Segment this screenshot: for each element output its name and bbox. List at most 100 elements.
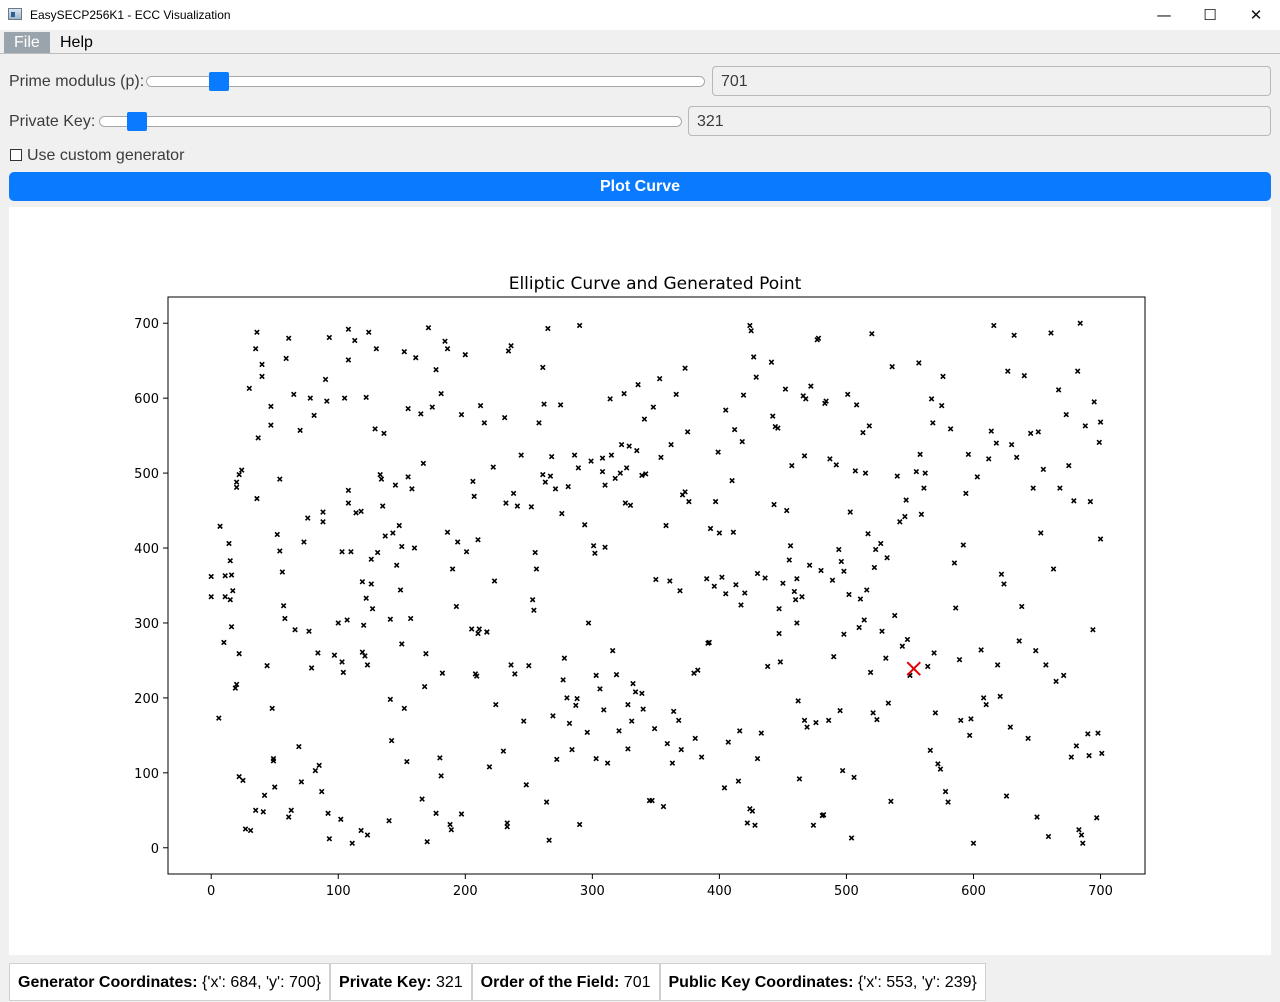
curve-point xyxy=(983,701,989,708)
curve-point xyxy=(698,754,705,760)
public-key-marker xyxy=(906,661,921,676)
curve-point xyxy=(602,482,608,488)
curve-point xyxy=(1087,498,1094,505)
curve-point xyxy=(353,510,359,516)
curve-point xyxy=(259,373,265,380)
curve-point xyxy=(523,782,530,788)
curve-point xyxy=(565,483,571,490)
curve-point xyxy=(806,562,813,569)
curve-point xyxy=(345,326,352,332)
curve-point xyxy=(650,404,657,410)
curve-point xyxy=(653,576,659,583)
menu-help[interactable]: Help xyxy=(50,32,103,53)
curve-point xyxy=(373,345,380,352)
curve-point xyxy=(752,822,758,829)
curve-point xyxy=(799,593,805,600)
status-field-order: Order of the Field: 701 xyxy=(471,963,660,1001)
curve-point xyxy=(1071,498,1077,504)
curve-point xyxy=(365,329,372,335)
curve-point xyxy=(1079,840,1086,847)
curve-point xyxy=(1068,754,1075,760)
private-key-slider-thumb[interactable] xyxy=(127,112,147,131)
curve-point xyxy=(533,566,540,572)
close-button[interactable]: ✕ xyxy=(1233,0,1279,30)
curve-point xyxy=(613,671,620,678)
curve-point xyxy=(593,672,599,679)
curve-point xyxy=(236,650,242,657)
curve-point xyxy=(532,549,538,556)
maximize-button[interactable]: ☐ xyxy=(1187,0,1233,30)
curve-point xyxy=(830,653,837,660)
custom-generator-label[interactable]: Use custom generator xyxy=(27,147,184,165)
curve-point xyxy=(339,549,345,555)
curve-point xyxy=(585,620,592,626)
curve-point xyxy=(420,460,427,467)
curve-point xyxy=(252,807,259,814)
minimize-button[interactable]: — xyxy=(1141,0,1187,30)
curve-point xyxy=(716,530,723,536)
curve-point xyxy=(529,596,536,603)
curve-point xyxy=(543,799,550,805)
curve-point xyxy=(454,539,461,545)
custom-generator-checkbox[interactable] xyxy=(10,149,22,161)
curve-point xyxy=(301,539,307,545)
curve-point xyxy=(297,427,303,434)
curve-point xyxy=(304,515,311,521)
curve-point xyxy=(247,827,254,834)
curve-point xyxy=(550,713,556,719)
curve-point xyxy=(660,803,667,810)
curve-point xyxy=(372,426,378,432)
curve-point xyxy=(916,360,922,366)
curve-point xyxy=(1060,672,1067,679)
curve-point xyxy=(493,701,499,708)
curve-point xyxy=(667,578,673,584)
curve-point xyxy=(404,758,410,765)
curve-point xyxy=(359,649,366,655)
curve-point xyxy=(599,455,606,461)
public-key-point xyxy=(906,661,921,676)
curve-point xyxy=(339,659,345,665)
curve-point xyxy=(899,643,906,649)
curve-point xyxy=(1043,662,1049,668)
status-private-key: Private Key: 321 xyxy=(330,963,472,1001)
curve-point xyxy=(1001,581,1007,587)
curve-point xyxy=(1093,815,1100,821)
curve-point xyxy=(711,583,718,590)
curve-point xyxy=(504,820,510,826)
curve-point xyxy=(576,821,583,828)
curve-point xyxy=(860,429,866,436)
curve-point xyxy=(974,474,981,480)
prime-modulus-value[interactable]: 701 xyxy=(712,66,1271,96)
curve-point xyxy=(988,428,995,434)
curve-point xyxy=(837,707,843,714)
curve-point xyxy=(362,653,368,659)
y-tick-label: 100 xyxy=(134,767,159,782)
curve-point xyxy=(1048,330,1054,336)
curve-point xyxy=(292,626,298,633)
curve-point xyxy=(670,708,677,715)
curve-point xyxy=(397,587,404,593)
curve-point xyxy=(306,628,312,634)
curve-point xyxy=(960,542,967,548)
curve-point xyxy=(635,381,641,388)
curve-point xyxy=(236,773,242,780)
menu-file[interactable]: File xyxy=(4,32,50,53)
curve-point xyxy=(208,573,214,580)
curve-point xyxy=(325,810,331,817)
curve-point xyxy=(254,329,260,335)
curve-point xyxy=(869,330,875,337)
curve-point xyxy=(345,500,352,506)
curve-point xyxy=(274,531,281,538)
curve-point xyxy=(444,529,451,536)
curve-point xyxy=(754,570,761,577)
curve-point xyxy=(238,467,245,473)
private-key-value[interactable]: 321 xyxy=(688,106,1271,136)
private-key-slider[interactable] xyxy=(99,112,682,131)
curve-point xyxy=(993,440,1000,446)
prime-modulus-slider[interactable] xyxy=(146,72,705,91)
plot-curve-button[interactable]: Plot Curve xyxy=(9,172,1271,201)
curve-point xyxy=(358,827,364,834)
curve-point xyxy=(228,572,235,578)
prime-modulus-slider-thumb[interactable] xyxy=(209,72,229,91)
curve-point xyxy=(240,777,246,784)
